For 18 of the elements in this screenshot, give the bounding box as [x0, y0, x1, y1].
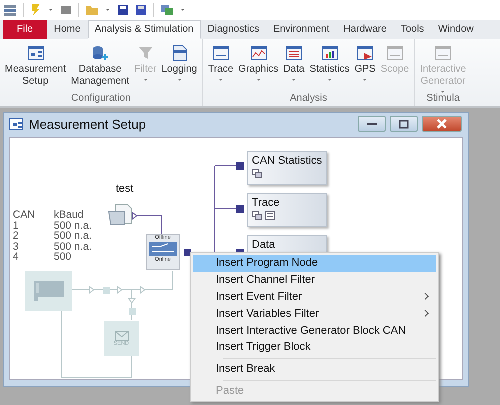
column-header: kBaud [54, 210, 85, 220]
block-title: Data [252, 239, 276, 251]
group-label: Analysis [289, 93, 328, 106]
table-cell: 500 n.a. [54, 231, 92, 242]
table-cell-text: 4 [13, 252, 20, 262]
table-cell: 500 n.a. [54, 242, 92, 252]
window-title: Measurement Setup [29, 116, 148, 132]
table-cell-text: 1 [13, 220, 20, 231]
table-cell-text: 3 [13, 242, 20, 252]
block-title: CAN Statistics [252, 155, 322, 167]
table-cell-text: 2 [13, 231, 20, 242]
node-label: test [116, 183, 134, 195]
column-header: CAN [13, 210, 36, 220]
block-title: Trace [252, 197, 280, 209]
table-cell-text: 500 [54, 252, 73, 262]
group-label: Stimula [426, 93, 461, 106]
table-cell: 500 n.a. [54, 220, 92, 231]
group-label: Configuration [70, 93, 132, 106]
